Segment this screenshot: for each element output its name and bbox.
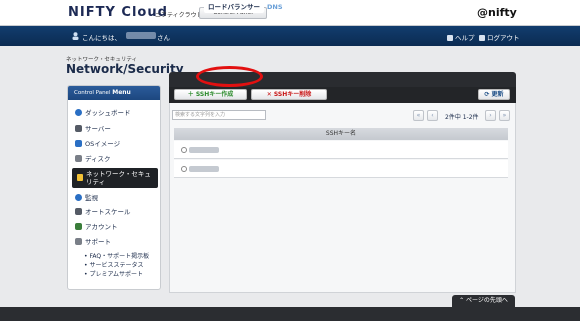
nifty-brand-logo[interactable]: @nifty bbox=[477, 6, 517, 19]
pager: « ‹ 2件中 1-2件 › » bbox=[413, 110, 511, 121]
lock-icon bbox=[77, 174, 83, 181]
page-top-button[interactable]: ⌃ ページの先頭へ bbox=[452, 295, 515, 307]
sidebar-item-label: OSイメージ bbox=[85, 140, 121, 148]
greeting-text: こんにちは、 bbox=[82, 34, 121, 42]
sidebar-item-dashboard[interactable]: ダッシュボード bbox=[75, 107, 131, 117]
table-row[interactable] bbox=[174, 141, 508, 159]
delete-ssh-key-button[interactable]: ✕ SSHキー削除 bbox=[251, 89, 327, 100]
autoscale-icon bbox=[75, 208, 82, 215]
refresh-icon: ⟳ bbox=[484, 91, 490, 98]
refresh-label: 更新 bbox=[491, 91, 504, 98]
premium-support-link[interactable]: • プレミアムサポート bbox=[84, 269, 143, 278]
user-bar: こんにちは、 さん ヘルプ ログアウト bbox=[0, 26, 580, 46]
sidebar: Control Panel Menu ダッシュボード サーバー OSイメージ デ… bbox=[67, 85, 161, 290]
highlight-circle bbox=[196, 66, 263, 87]
page-top-label: ページの先頭へ bbox=[466, 297, 508, 304]
sidebar-item-label: ダッシュボード bbox=[85, 109, 131, 117]
faq-link-label: FAQ・サポート掲示板 bbox=[89, 253, 150, 260]
delete-ssh-key-label: SSHキー削除 bbox=[273, 91, 312, 98]
next-page-icon[interactable]: › bbox=[485, 110, 496, 121]
sidebar-item-disk[interactable]: ディスク bbox=[75, 153, 111, 163]
row-value-redacted bbox=[189, 166, 219, 172]
account-icon bbox=[75, 223, 82, 230]
refresh-button[interactable]: ⟳ 更新 bbox=[478, 89, 510, 100]
sidebar-item-label: 監視 bbox=[85, 194, 98, 202]
plus-icon: ＋ bbox=[187, 91, 194, 98]
server-icon bbox=[75, 125, 82, 132]
footer-bar bbox=[0, 307, 580, 321]
row-value-redacted bbox=[189, 147, 219, 153]
sidebar-item-label: ディスク bbox=[85, 155, 111, 163]
sidebar-item-support[interactable]: サポート bbox=[75, 236, 111, 246]
row-radio[interactable] bbox=[181, 166, 187, 172]
sidebar-item-account[interactable]: アカウント bbox=[75, 221, 118, 231]
sidebar-head-bold: Menu bbox=[112, 89, 131, 96]
sidebar-item-label: オートスケール bbox=[85, 208, 131, 216]
sidebar-head-prefix: Control Panel bbox=[74, 90, 111, 96]
logout-link[interactable]: ログアウト bbox=[479, 32, 520, 42]
up-arrow-icon: ⌃ bbox=[459, 297, 465, 304]
logout-label: ログアウト bbox=[487, 34, 520, 42]
sidebar-item-label: アカウント bbox=[85, 223, 118, 231]
prev-page-icon[interactable]: ‹ bbox=[427, 110, 438, 121]
sidebar-item-server[interactable]: サーバー bbox=[75, 123, 111, 133]
tab-load-balancer[interactable]: ロードバランサー bbox=[204, 2, 264, 13]
os-image-icon bbox=[75, 140, 82, 147]
user-icon bbox=[72, 32, 79, 40]
sidebar-item-os-image[interactable]: OSイメージ bbox=[75, 138, 120, 148]
create-ssh-key-button[interactable]: ＋ SSHキー作成 bbox=[174, 89, 247, 100]
search-input[interactable]: 検索する文字列を入力 bbox=[172, 110, 266, 120]
support-icon bbox=[75, 238, 82, 245]
service-status-link[interactable]: • サービスステータス bbox=[84, 260, 143, 269]
x-icon: ✕ bbox=[266, 91, 272, 98]
disk-icon bbox=[75, 155, 82, 162]
help-icon bbox=[447, 35, 453, 41]
sidebar-item-label: ネットワーク・セキュリティ bbox=[86, 170, 151, 186]
last-page-icon[interactable]: » bbox=[499, 110, 510, 121]
nifty-cloud-logo[interactable]: NIFTY Cloud bbox=[68, 5, 168, 20]
sidebar-item-label: サポート bbox=[85, 238, 111, 246]
table-header-ssh-key-name[interactable]: SSHキー名 bbox=[174, 128, 508, 140]
tab-dns[interactable]: DNS bbox=[263, 2, 287, 13]
page-range: 2件中 1-2件 bbox=[445, 114, 479, 121]
logout-icon bbox=[479, 35, 485, 41]
sidebar-header: Control Panel Menu bbox=[68, 86, 160, 100]
service-status-link-label: サービスステータス bbox=[89, 262, 144, 269]
help-label: ヘルプ bbox=[455, 34, 475, 42]
sidebar-item-label: サーバー bbox=[85, 125, 111, 133]
honorific-text: さん bbox=[157, 34, 170, 42]
user-name-redacted bbox=[126, 32, 156, 39]
monitoring-icon bbox=[75, 194, 82, 201]
premium-support-link-label: プレミアムサポート bbox=[89, 271, 144, 278]
sidebar-item-monitoring[interactable]: 監視 bbox=[75, 192, 98, 202]
first-page-icon[interactable]: « bbox=[413, 110, 424, 121]
table-row[interactable] bbox=[174, 160, 508, 178]
create-ssh-key-label: SSHキー作成 bbox=[195, 91, 234, 98]
dashboard-icon bbox=[75, 109, 82, 116]
top-header: NIFTY Cloud ニフティクラウド Control Panel @nift… bbox=[0, 0, 580, 26]
faq-link[interactable]: • FAQ・サポート掲示板 bbox=[84, 251, 149, 260]
sidebar-item-autoscale[interactable]: オートスケール bbox=[75, 206, 131, 216]
row-radio[interactable] bbox=[181, 147, 187, 153]
page-title: Network/Security bbox=[66, 62, 184, 76]
help-link[interactable]: ヘルプ bbox=[447, 32, 475, 42]
